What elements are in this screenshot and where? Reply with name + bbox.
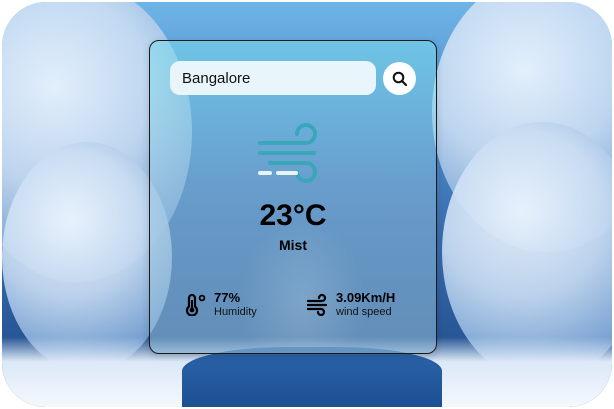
wind-speed-value: 3.09Km/H: [336, 290, 396, 305]
search-icon: [392, 71, 407, 86]
wind-speed-stat: 3.09Km/H wind speed: [306, 290, 395, 319]
wind-speed-label: wind speed: [336, 306, 392, 318]
search-input[interactable]: [170, 61, 376, 95]
humidity-stat: 77% Humidity: [184, 290, 257, 319]
temperature: 23°C: [259, 199, 327, 232]
wind-mist-icon: [258, 123, 317, 183]
weather-card: 23°C Mist 77% Humidity 3.09Km/H wind spe…: [149, 40, 437, 354]
humidity-label: Humidity: [214, 306, 257, 318]
weather-description: Mist: [279, 237, 307, 253]
search-button[interactable]: [383, 62, 416, 95]
thermometer-icon: [185, 293, 206, 316]
wind-icon: [306, 293, 328, 316]
humidity-value: 77%: [214, 290, 241, 305]
river: [182, 347, 442, 407]
